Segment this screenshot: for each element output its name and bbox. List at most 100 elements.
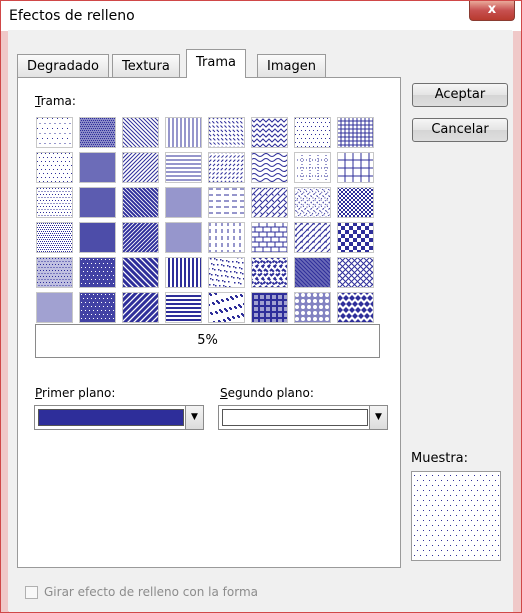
background-color-swatch <box>222 409 368 426</box>
pattern-swatch[interactable] <box>165 152 202 183</box>
pattern-swatch-graphic <box>37 258 72 287</box>
pattern-swatch-graphic <box>209 153 244 182</box>
pattern-swatch[interactable] <box>36 292 73 323</box>
pattern-swatch-graphic <box>252 223 287 252</box>
pattern-swatch[interactable] <box>337 152 374 183</box>
pattern-swatch[interactable] <box>208 292 245 323</box>
pattern-swatch-graphic <box>80 293 115 322</box>
pattern-swatch-graphic <box>295 118 330 147</box>
pattern-swatch[interactable] <box>79 292 116 323</box>
pattern-swatch[interactable] <box>122 152 159 183</box>
pattern-swatch-graphic <box>209 188 244 214</box>
pattern-swatch-graphic <box>80 118 115 147</box>
rotate-with-shape-label: Girar efecto de relleno con la forma <box>44 585 258 599</box>
cancel-label: Cancelar <box>431 122 489 137</box>
title-bar: Efectos de relleno x <box>1 1 521 31</box>
pattern-swatch-graphic <box>80 153 115 182</box>
pattern-swatch-graphic <box>166 223 201 252</box>
pattern-swatch[interactable] <box>251 222 288 253</box>
close-button[interactable]: x <box>469 1 515 21</box>
pattern-swatch[interactable] <box>79 257 116 288</box>
tab-label: Degradado <box>27 59 99 74</box>
pattern-swatch[interactable] <box>122 222 159 253</box>
pattern-swatch-graphic <box>37 118 71 144</box>
pattern-swatch[interactable] <box>251 152 288 183</box>
pattern-swatch[interactable] <box>79 152 116 183</box>
pattern-swatch[interactable] <box>122 187 159 218</box>
sample-preview-pattern <box>414 475 499 556</box>
pattern-swatch[interactable] <box>208 187 245 218</box>
pattern-swatch[interactable] <box>294 292 331 323</box>
pattern-swatch[interactable] <box>79 222 116 253</box>
pattern-swatch[interactable] <box>36 117 73 148</box>
pattern-swatch[interactable] <box>165 222 202 253</box>
pattern-swatch-graphic <box>338 258 373 287</box>
pattern-swatch[interactable] <box>294 117 331 148</box>
pattern-swatch[interactable] <box>79 187 116 218</box>
pattern-swatch[interactable] <box>208 117 245 148</box>
pattern-swatch[interactable] <box>337 222 374 253</box>
chevron-down-icon[interactable]: ▼ <box>185 406 203 429</box>
cancel-button[interactable]: Cancelar <box>412 118 508 142</box>
pattern-swatch[interactable] <box>337 292 374 323</box>
pattern-swatch[interactable] <box>36 187 73 218</box>
pattern-label: Trama: <box>35 94 76 108</box>
background-label: Segundo plano: <box>220 386 314 400</box>
pattern-swatch[interactable] <box>122 292 159 323</box>
pattern-swatch-graphic <box>295 258 330 287</box>
pattern-swatch-graphic <box>166 155 201 181</box>
accept-button[interactable]: Aceptar <box>412 83 508 107</box>
pattern-swatch[interactable] <box>337 117 374 148</box>
pattern-swatch[interactable] <box>36 222 73 253</box>
pattern-swatch[interactable] <box>337 187 374 218</box>
pattern-swatch[interactable] <box>208 222 245 253</box>
pattern-swatch[interactable] <box>208 257 245 288</box>
accept-label: Aceptar <box>434 87 486 102</box>
pattern-swatch[interactable] <box>251 292 288 323</box>
pattern-swatch[interactable] <box>251 187 288 218</box>
rotate-with-shape-checkbox[interactable] <box>25 586 38 599</box>
pattern-swatch-graphic <box>80 258 115 287</box>
pattern-swatch[interactable] <box>165 257 202 288</box>
pattern-grid <box>36 117 374 323</box>
pattern-swatch[interactable] <box>165 187 202 218</box>
tab-trama[interactable]: Trama <box>186 49 246 78</box>
pattern-swatch[interactable] <box>208 152 245 183</box>
pattern-swatch-graphic <box>252 258 287 287</box>
tab-degradado[interactable]: Degradado <box>17 54 109 77</box>
pattern-swatch[interactable] <box>337 257 374 288</box>
pattern-swatch-graphic <box>252 153 287 182</box>
pattern-swatch[interactable] <box>294 222 331 253</box>
background-color-select[interactable]: ▼ <box>218 405 388 430</box>
foreground-color-select[interactable]: ▼ <box>34 405 204 430</box>
tab-textura[interactable]: Textura <box>112 54 180 77</box>
pattern-swatch[interactable] <box>294 257 331 288</box>
pattern-swatch[interactable] <box>122 257 159 288</box>
tab-imagen[interactable]: Imagen <box>257 54 326 77</box>
pattern-swatch[interactable] <box>36 257 73 288</box>
pattern-swatch[interactable] <box>79 117 116 148</box>
pattern-swatch[interactable] <box>294 152 331 183</box>
pattern-swatch[interactable] <box>165 117 202 148</box>
pattern-swatch-graphic <box>252 188 287 217</box>
pattern-swatch[interactable] <box>251 117 288 148</box>
pattern-swatch-graphic <box>123 188 158 217</box>
window-frame-right <box>513 31 521 612</box>
pattern-swatch-graphic <box>295 293 330 322</box>
pattern-swatch[interactable] <box>294 187 331 218</box>
pattern-swatch-graphic <box>37 223 72 252</box>
pattern-swatch-graphic <box>338 293 373 322</box>
tab-label: Trama <box>196 55 236 70</box>
pattern-swatch[interactable] <box>165 292 202 323</box>
pattern-swatch-graphic <box>123 153 158 182</box>
pattern-swatch-graphic <box>168 118 201 147</box>
sample-label: Muestra: <box>411 451 469 466</box>
pattern-swatch[interactable] <box>251 257 288 288</box>
pattern-swatch-graphic <box>123 223 158 252</box>
chevron-down-icon[interactable]: ▼ <box>369 406 387 429</box>
pattern-swatch[interactable] <box>36 152 73 183</box>
selected-pattern-name: 5% <box>35 324 380 358</box>
pattern-swatch-graphic <box>123 293 158 322</box>
tab-label: Imagen <box>267 59 316 74</box>
pattern-swatch[interactable] <box>122 117 159 148</box>
